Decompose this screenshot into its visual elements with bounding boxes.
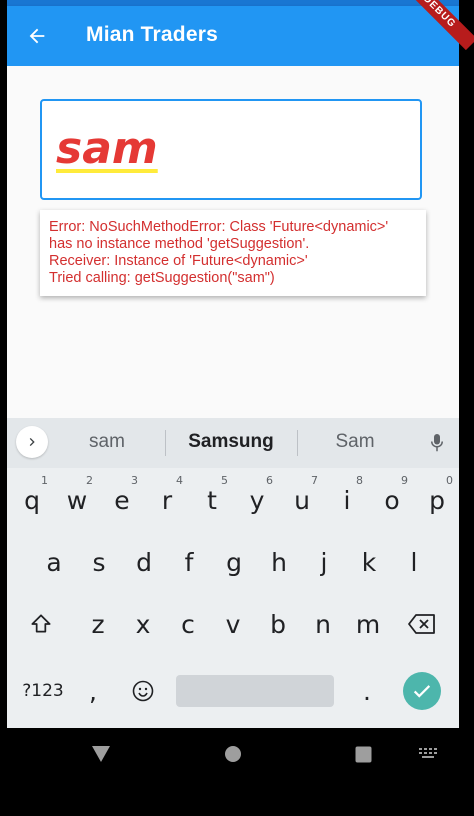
key-j[interactable]: j: [302, 534, 346, 590]
key-y[interactable]: 6y: [235, 472, 279, 528]
suggestion-3[interactable]: Sam: [315, 431, 395, 453]
nav-back-button[interactable]: [87, 742, 115, 766]
key-s[interactable]: s: [77, 534, 121, 590]
key-hint: 8: [356, 474, 363, 487]
key-z[interactable]: z: [76, 596, 120, 652]
key-x[interactable]: x: [121, 596, 165, 652]
nav-recents-button[interactable]: [349, 742, 377, 766]
suggestion-2[interactable]: Samsung: [169, 431, 293, 453]
key-label: o: [384, 485, 400, 515]
suggestion-1[interactable]: sam: [67, 431, 147, 453]
key-label: i: [343, 485, 351, 515]
key-d[interactable]: d: [122, 534, 166, 590]
key-b[interactable]: b: [256, 596, 300, 652]
expand-toolbar-button[interactable]: [16, 426, 48, 458]
key-u[interactable]: 7u: [280, 472, 324, 528]
shift-key[interactable]: [19, 596, 63, 652]
key-r[interactable]: 4r: [145, 472, 189, 528]
error-line: Receiver: Instance of 'Future<dynamic>': [49, 253, 308, 269]
check-icon: [413, 685, 431, 698]
search-input[interactable]: sam: [40, 99, 422, 200]
key-hint: 1: [41, 474, 48, 487]
shift-icon: [31, 614, 51, 633]
key-hint: 9: [401, 474, 408, 487]
key-w[interactable]: 2w: [55, 472, 99, 528]
key-q[interactable]: 1q: [10, 472, 54, 528]
triangle-back-icon: [92, 746, 110, 762]
debug-banner: DEBUG: [400, 0, 474, 51]
microphone-icon: [431, 434, 443, 452]
arrow-left-icon: [29, 28, 45, 44]
backspace-key[interactable]: [400, 596, 444, 652]
keyboard-switch-icon: [419, 748, 437, 758]
voice-input-button[interactable]: [425, 430, 449, 456]
space-key[interactable]: [176, 675, 334, 707]
back-button[interactable]: [21, 20, 53, 52]
key-label: u: [294, 485, 310, 515]
key-g[interactable]: g: [212, 534, 256, 590]
suggestion-divider: [297, 430, 298, 456]
key-hint: 3: [131, 474, 138, 487]
key-label: q: [24, 485, 40, 515]
chevron-right-icon: [29, 438, 35, 446]
key-f[interactable]: f: [167, 534, 211, 590]
key-t[interactable]: 5t: [190, 472, 234, 528]
key-label: e: [114, 485, 130, 515]
key-n[interactable]: n: [301, 596, 345, 652]
key-hint: 2: [86, 474, 93, 487]
key-a[interactable]: a: [32, 534, 76, 590]
comma-key[interactable]: ,: [75, 663, 111, 719]
main-content: sam Error: NoSuchMethodError: Class 'Fut…: [7, 66, 459, 418]
key-m[interactable]: m: [346, 596, 390, 652]
circle-home-icon: [225, 746, 241, 762]
error-line: Error: NoSuchMethodError: Class 'Future<…: [49, 219, 389, 235]
key-label: p: [429, 485, 445, 515]
enter-key[interactable]: [403, 672, 441, 710]
symbols-key[interactable]: ?123: [19, 663, 67, 719]
app-bar: Mian Traders DEBUG: [7, 0, 474, 66]
key-o[interactable]: 9o: [370, 472, 414, 528]
key-e[interactable]: 3e: [100, 472, 144, 528]
search-input-value: sam: [56, 123, 158, 174]
emoji-key[interactable]: [121, 663, 165, 719]
period-key[interactable]: .: [349, 663, 385, 719]
app-title: Mian Traders: [86, 23, 218, 46]
system-nav-bar: [7, 728, 459, 816]
emoji-icon: [132, 680, 154, 702]
key-k[interactable]: k: [347, 534, 391, 590]
key-h[interactable]: h: [257, 534, 301, 590]
key-hint: 4: [176, 474, 183, 487]
error-line: has no instance method 'getSuggestion'.: [49, 236, 310, 252]
key-label: t: [207, 485, 217, 515]
backspace-icon: [408, 614, 435, 634]
key-hint: 0: [446, 474, 453, 487]
key-c[interactable]: c: [166, 596, 210, 652]
square-recents-icon: [355, 746, 371, 762]
nav-home-button[interactable]: [219, 742, 247, 766]
key-v[interactable]: v: [211, 596, 255, 652]
key-i[interactable]: 8i: [325, 472, 369, 528]
key-p[interactable]: 0p: [415, 472, 459, 528]
key-l[interactable]: l: [392, 534, 436, 590]
suggestion-strip: sam Samsung Sam: [7, 418, 459, 468]
phone-screen: Mian Traders DEBUG sam Error: NoSuchMeth…: [7, 0, 474, 816]
key-label: w: [66, 485, 88, 515]
soft-keyboard: sam Samsung Sam 1q2w3e4r5t6y7u8i9o0p asd…: [7, 418, 459, 728]
keyboard-switch-button[interactable]: [415, 744, 441, 764]
error-line: Tried calling: getSuggestion("sam"): [49, 270, 275, 286]
key-label: y: [249, 485, 265, 515]
key-hint: 7: [311, 474, 318, 487]
key-label: r: [161, 485, 173, 515]
key-hint: 6: [266, 474, 273, 487]
suggestion-divider: [165, 430, 166, 456]
key-hint: 5: [221, 474, 228, 487]
suggestion-error-card: Error: NoSuchMethodError: Class 'Future<…: [40, 210, 426, 296]
